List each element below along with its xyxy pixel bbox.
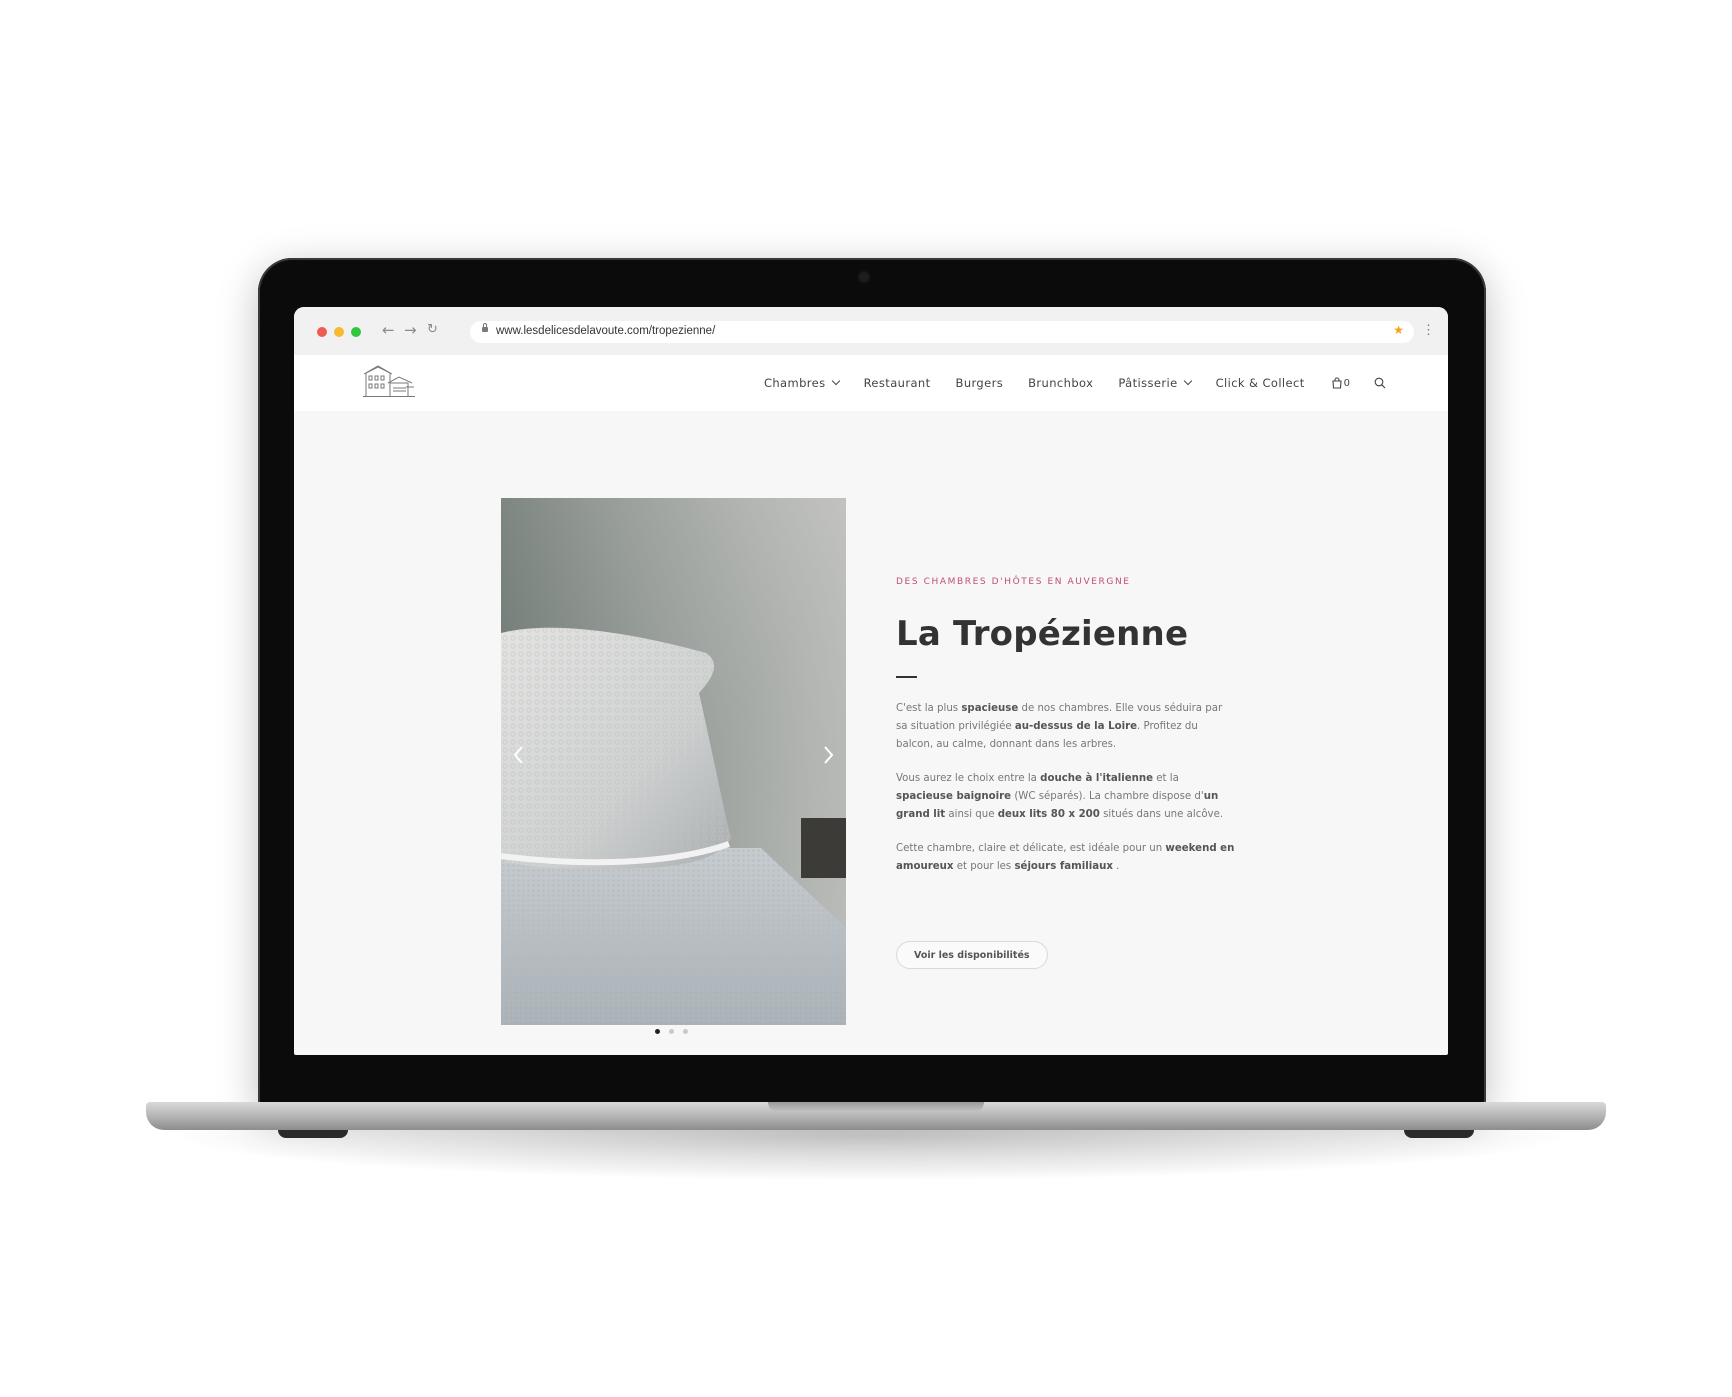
carousel-dot[interactable] <box>669 1029 674 1034</box>
main-nav: Chambres Restaurant Burgers Brunchbox Pâ… <box>739 355 1386 411</box>
paragraph-text: C'est la plus <box>896 703 962 714</box>
paragraph-text: (WC séparés). La chambre dispose d' <box>1011 791 1204 802</box>
window-maximize-button[interactable] <box>351 327 361 337</box>
chevron-down-icon <box>1183 376 1192 386</box>
cart-count: 0 <box>1343 377 1350 389</box>
back-button[interactable]: ← <box>382 321 395 339</box>
nav-item-burgers[interactable]: Burgers <box>956 376 1004 390</box>
browser-menu-icon[interactable]: ⋮ <box>1422 322 1435 338</box>
description-paragraph: Vous aurez le choix entre la douche à l'… <box>896 770 1236 824</box>
emphasis-text: spacieuse <box>961 703 1019 714</box>
nav-item-patisserie[interactable]: Pâtisserie <box>1118 376 1192 390</box>
eyebrow-text: DES CHAMBRES D'HÔTES EN AUVERGNE <box>896 577 1131 587</box>
emphasis-text: au-dessus de la Loire <box>1014 721 1138 732</box>
site-logo[interactable] <box>362 363 416 399</box>
nav-item-brunchbox[interactable]: Brunchbox <box>1028 376 1093 390</box>
room-photo-carousel[interactable] <box>501 498 846 1025</box>
availability-button[interactable]: Voir les disponibilités <box>896 941 1048 969</box>
paragraph-text: et la <box>1153 773 1179 784</box>
paragraph-text: . <box>1112 861 1120 872</box>
emphasis-text: spacieuse baignoire <box>896 791 1012 802</box>
carousel-dot[interactable] <box>683 1029 688 1034</box>
address-bar[interactable]: www.lesdelicesdelavoute.com/tropezienne/… <box>470 321 1414 343</box>
title-divider <box>896 676 917 678</box>
window-minimize-button[interactable] <box>334 327 344 337</box>
window-close-button[interactable] <box>317 327 327 337</box>
paragraph-text: situés dans une alcôve. <box>1099 809 1224 820</box>
paragraph-text: Vous aurez le choix entre la <box>896 773 1041 784</box>
bookmark-star-icon[interactable]: ★ <box>1393 323 1404 337</box>
emphasis-text: deux lits 80 x 200 <box>997 809 1100 820</box>
lock-icon <box>482 323 488 332</box>
laptop-notch <box>768 1102 984 1112</box>
screen: ← → ↻ www.lesdelicesdelavoute.com/tropez… <box>294 307 1448 1055</box>
cart-button[interactable]: 0 <box>1331 377 1350 389</box>
emphasis-text: séjours familiaux <box>1014 861 1113 872</box>
room-description: DES CHAMBRES D'HÔTES EN AUVERGNE La Trop… <box>896 577 1236 876</box>
carousel-prev-arrow-icon[interactable] <box>511 744 525 766</box>
laptop-foot <box>1404 1130 1474 1138</box>
description-paragraph: C'est la plus spacieuse de nos chambres.… <box>896 700 1236 754</box>
emphasis-text: douche à l'italienne <box>1040 773 1154 784</box>
url-text: www.lesdelicesdelavoute.com/tropezienne/ <box>496 325 716 337</box>
description-paragraph: Cette chambre, claire et délicate, est i… <box>896 840 1236 876</box>
browser-chrome: ← → ↻ www.lesdelicesdelavoute.com/tropez… <box>294 307 1448 355</box>
nav-item-chambres[interactable]: Chambres <box>764 376 840 390</box>
site-header: Chambres Restaurant Burgers Brunchbox Pâ… <box>294 355 1448 411</box>
nav-item-restaurant[interactable]: Restaurant <box>864 376 931 390</box>
cart-icon <box>1332 377 1342 389</box>
forward-button[interactable]: → <box>404 321 417 339</box>
paragraph-text: Cette chambre, claire et délicate, est i… <box>896 843 1166 854</box>
carousel-next-arrow-icon[interactable] <box>822 744 836 766</box>
carousel-dot[interactable] <box>655 1029 660 1034</box>
carousel-pager <box>655 1029 688 1034</box>
paragraph-text: ainsi que <box>945 809 998 820</box>
page-title: La Tropézienne <box>896 614 1189 654</box>
camera-icon <box>859 272 869 282</box>
room-photo <box>501 498 846 1025</box>
paragraph-text: et pour les <box>953 861 1015 872</box>
reload-button[interactable]: ↻ <box>427 322 438 337</box>
chevron-down-icon <box>831 376 840 386</box>
search-icon[interactable] <box>1374 377 1386 389</box>
nav-item-click-collect[interactable]: Click & Collect <box>1216 376 1305 390</box>
laptop-foot <box>278 1130 348 1138</box>
